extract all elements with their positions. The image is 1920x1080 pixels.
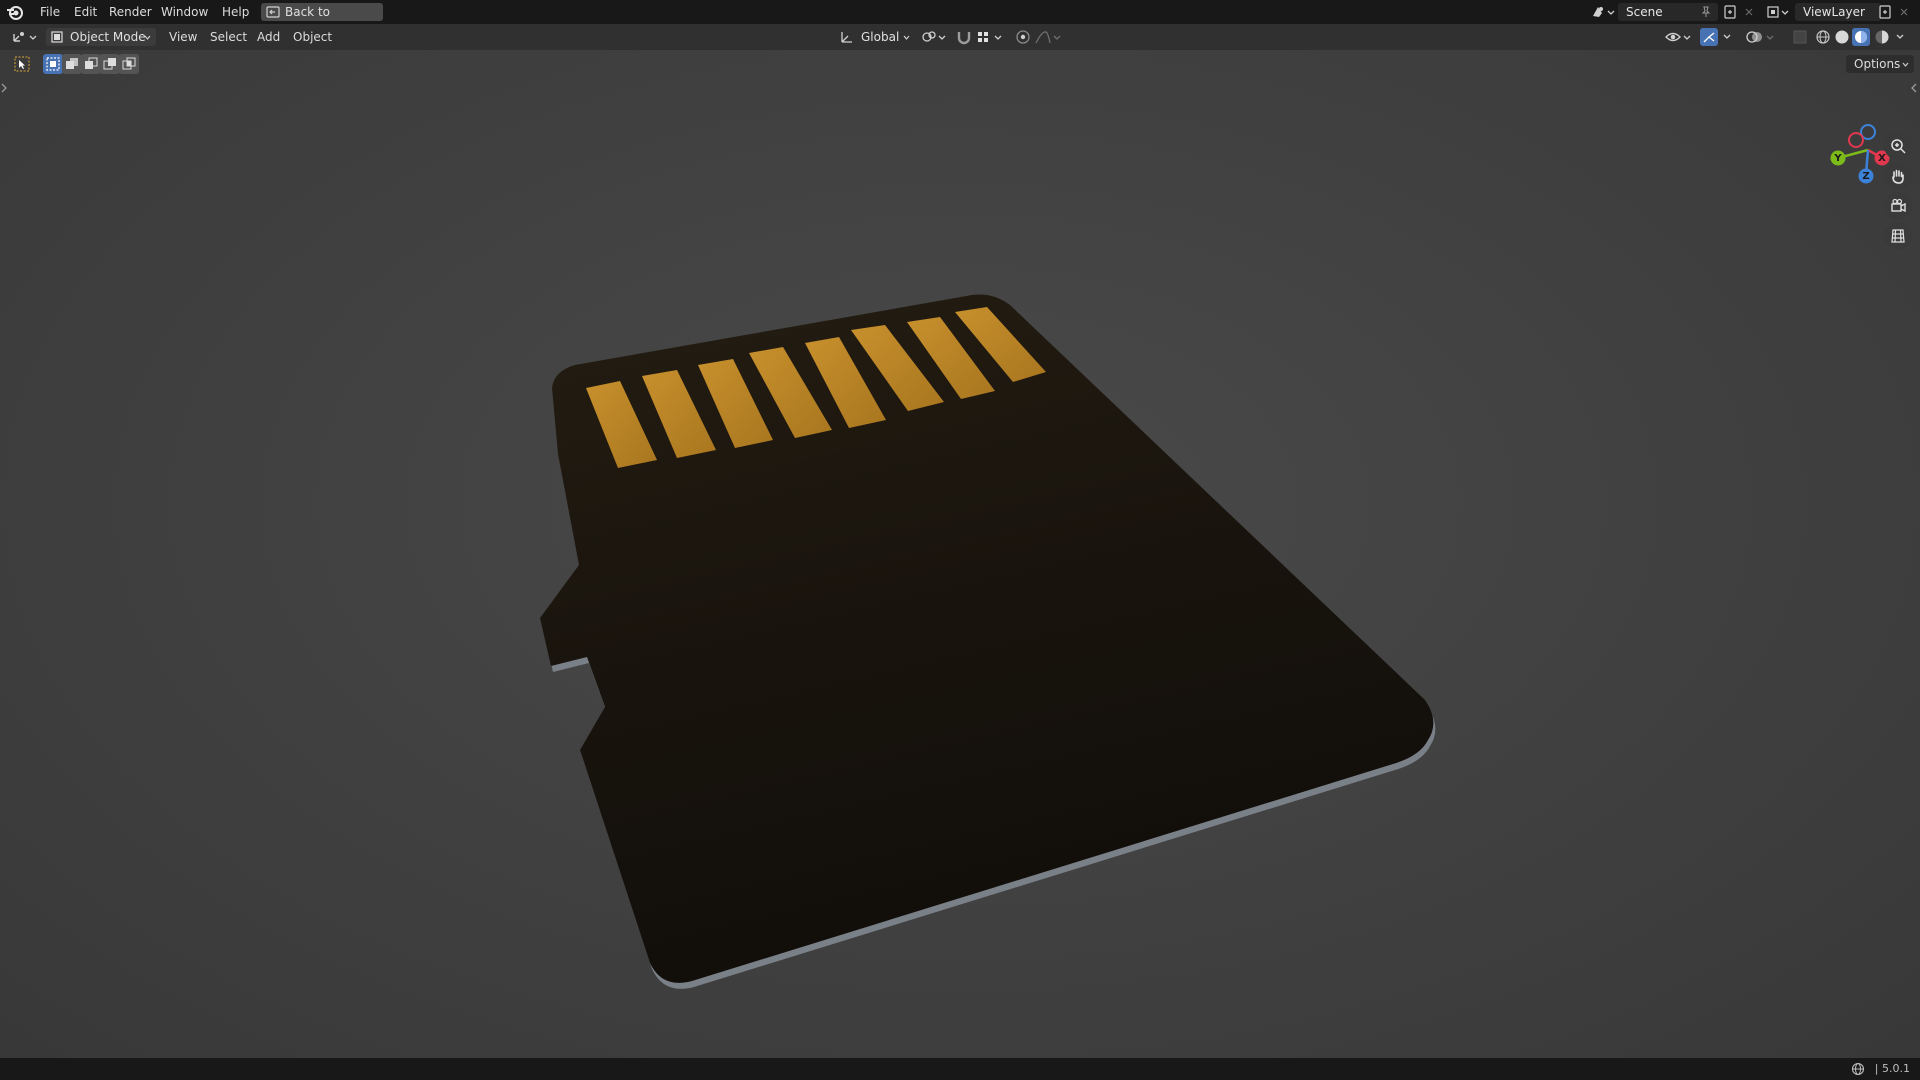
mode-difference-button[interactable] (100, 54, 120, 74)
viewport-header: Object Mode View Select Add Object Globa… (0, 24, 1920, 50)
scene-name-field[interactable]: Scene (1618, 3, 1718, 21)
gizmo-icon (1703, 32, 1715, 43)
mode-set-button[interactable] (43, 54, 63, 74)
object-mode-icon (51, 31, 63, 43)
ortho-toggle-button[interactable] (1884, 222, 1912, 250)
view-layer-name: ViewLayer (1803, 5, 1865, 19)
back-arrow-icon (266, 6, 280, 18)
camera-view-button[interactable] (1884, 192, 1912, 220)
solid-shading-icon[interactable] (1834, 29, 1850, 45)
version-label: | 5.0.1 (1874, 1062, 1910, 1075)
menu-render[interactable]: Render (103, 0, 158, 24)
globe-icon[interactable] (1851, 1062, 1865, 1076)
top-bar: File Edit Render Window Help Back to Pre… (0, 0, 1920, 37)
wireframe-shading-icon[interactable] (1815, 29, 1831, 45)
orientation-selector[interactable]: Global (836, 28, 914, 46)
mode-label: Object Mode (70, 30, 146, 44)
chevron-down-icon (903, 35, 910, 40)
menu-select[interactable]: Select (210, 24, 247, 50)
menu-edit[interactable]: Edit (68, 0, 103, 24)
chevron-down-icon[interactable] (1722, 33, 1732, 41)
eye-icon[interactable] (1664, 29, 1694, 45)
snap-grid-icon[interactable] (976, 29, 1006, 45)
overlays-icon[interactable] (1745, 29, 1777, 45)
back-to-previous-button[interactable]: Back to Previous (261, 3, 383, 37)
material-shading-icon (1855, 31, 1867, 43)
pin-icon[interactable] (1700, 6, 1712, 18)
menu-help[interactable]: Help (216, 0, 255, 24)
mode-subtract-button[interactable] (81, 54, 101, 74)
scene-render (540, 294, 1436, 989)
mode-intersect-button[interactable] (119, 54, 139, 74)
options-label: Options (1854, 57, 1901, 71)
magnet-icon[interactable] (955, 29, 973, 45)
view-layer-icon[interactable] (1766, 4, 1792, 20)
view-layer-field[interactable]: ViewLayer (1795, 3, 1881, 21)
pivot-point-icon[interactable] (920, 29, 948, 45)
mode-selector[interactable]: Object Mode (46, 28, 156, 46)
options-dropdown[interactable]: Options (1846, 55, 1914, 73)
zoom-button[interactable] (1884, 132, 1912, 160)
menu-object[interactable]: Object (293, 24, 332, 50)
menu-window[interactable]: Window (155, 0, 214, 24)
chevron-right-icon[interactable] (0, 82, 8, 94)
material-shading-button[interactable] (1852, 28, 1870, 46)
xray-icon[interactable] (1792, 29, 1808, 45)
select-intersect-icon (122, 57, 136, 70)
gizmo-toggle-button[interactable] (1700, 28, 1718, 46)
select-box-cursor-icon (14, 56, 30, 72)
new-scene-icon[interactable] (1722, 4, 1738, 20)
3d-viewport[interactable]: X Y Z (0, 50, 1920, 1058)
chevron-down-icon[interactable] (1895, 33, 1905, 41)
close-scene-icon[interactable] (1743, 6, 1755, 18)
x-axis-label: X (1878, 153, 1886, 164)
hand-icon (1892, 169, 1904, 184)
y-axis-label: Y (1834, 153, 1842, 164)
3d-viewport-icon[interactable] (12, 29, 40, 45)
chevron-down-icon (144, 35, 151, 40)
status-bar: | 5.0.1 (0, 1058, 1920, 1080)
select-subtract-icon (85, 57, 98, 69)
zoom-icon (1891, 139, 1906, 154)
close-view-layer-icon[interactable] (1898, 6, 1910, 18)
select-difference-icon (103, 58, 116, 70)
chevron-down-icon (1902, 62, 1909, 67)
select-tool-button[interactable] (12, 54, 32, 74)
proportional-edit-icon[interactable] (1014, 29, 1032, 45)
pan-button[interactable] (1884, 162, 1912, 190)
ortho-grid-icon (1891, 229, 1905, 243)
mode-extend-button[interactable] (62, 54, 82, 74)
select-extend-icon (66, 58, 78, 69)
scene-type-icon[interactable] (1590, 4, 1616, 20)
blender-logo-icon[interactable] (6, 3, 24, 21)
falloff-curve-icon[interactable] (1034, 29, 1064, 45)
new-view-layer-icon[interactable] (1877, 4, 1893, 20)
menu-add[interactable]: Add (257, 24, 280, 50)
camera-icon (1891, 198, 1906, 213)
menu-view[interactable]: View (169, 24, 197, 50)
orientation-label: Global (861, 30, 900, 44)
z-axis-label: Z (1862, 171, 1870, 182)
rendered-shading-icon[interactable] (1874, 29, 1890, 45)
select-new-icon (46, 57, 60, 71)
orientation-icon (841, 32, 852, 43)
chevron-left-icon[interactable] (1910, 82, 1918, 94)
scene-name: Scene (1626, 5, 1663, 19)
menu-file[interactable]: File (34, 0, 66, 24)
